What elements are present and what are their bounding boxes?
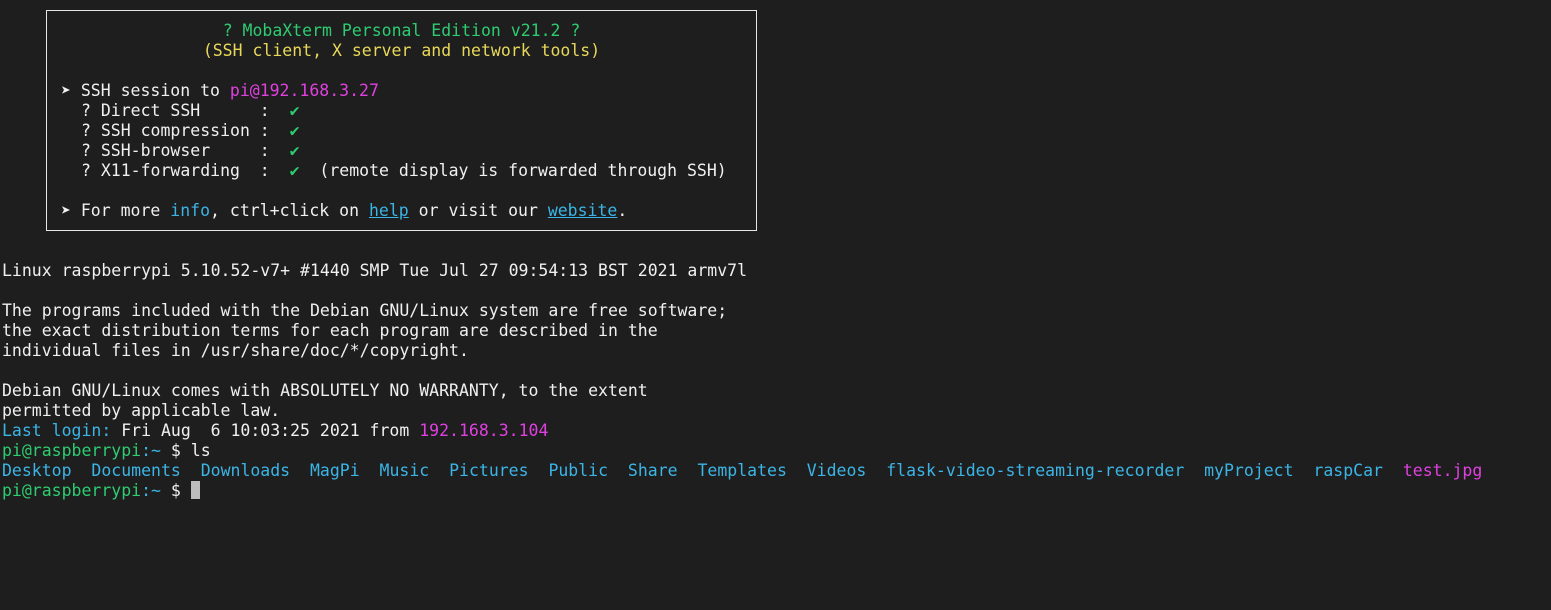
dir-entry: MagPi: [309, 461, 360, 480]
check-icon: ✔: [289, 141, 300, 160]
dir-entry: Desktop: [2, 461, 72, 480]
feature-label: ? X11-forwarding :: [81, 161, 290, 180]
more-mid: , ctrl+click on: [210, 201, 369, 220]
more-end: .: [617, 201, 628, 220]
prompt-path: :~: [141, 441, 161, 460]
last-login-ip: 192.168.3.104: [419, 421, 549, 440]
prompt-line: pi@raspberrypi:~ $ ls: [2, 441, 211, 461]
info-link[interactable]: info: [170, 201, 210, 220]
more-info-line: ➤ For more info, ctrl+click on help or v…: [61, 201, 627, 221]
dir-entry: Public: [548, 461, 609, 480]
prompt-symbol: $: [160, 481, 191, 500]
welcome-banner: ? MobaXterm Personal Edition v21.2 ? (SS…: [46, 10, 757, 231]
dir-entry: Templates: [697, 461, 787, 480]
feature-x11-forwarding: ? X11-forwarding : ✔ (remote display is …: [81, 161, 727, 181]
feature-ssh-browser: ? SSH-browser : ✔: [81, 141, 300, 161]
more-prefix: ➤ For more: [61, 201, 171, 220]
dir-entry: Music: [379, 461, 430, 480]
motd-line: the exact distribution terms for each pr…: [2, 321, 658, 340]
text-cursor[interactable]: [190, 481, 200, 499]
check-icon: ✔: [289, 121, 300, 140]
last-login-label: Last login:: [2, 421, 112, 440]
prompt-user: pi@raspberrypi: [2, 441, 142, 460]
motd-line: Debian GNU/Linux comes with ABSOLUTELY N…: [2, 381, 648, 400]
feature-ssh-compression: ? SSH compression : ✔: [81, 121, 300, 141]
motd-line: permitted by applicable law.: [2, 401, 281, 420]
ls-output: Desktop Documents Downloads MagPi Music …: [2, 461, 1482, 481]
website-link[interactable]: website: [548, 201, 618, 220]
dir-entry: Share: [627, 461, 678, 480]
feature-label: ? Direct SSH :: [81, 101, 290, 120]
dir-entry: raspCar: [1313, 461, 1383, 480]
dir-entry: Documents: [91, 461, 181, 480]
file-entry: test.jpg: [1402, 461, 1483, 480]
feature-direct-ssh: ? Direct SSH : ✔: [81, 101, 300, 121]
check-icon: ✔: [289, 161, 300, 180]
dir-entry: myProject: [1204, 461, 1294, 480]
banner-title: ? MobaXterm Personal Edition v21.2 ?: [222, 21, 581, 40]
help-link[interactable]: help: [369, 201, 409, 220]
more-mid2: or visit our: [408, 201, 548, 220]
dir-entry: Downloads: [200, 461, 291, 480]
motd-line: individual files in /usr/share/doc/*/cop…: [2, 341, 469, 360]
session-prefix: ➤ SSH session to: [61, 81, 230, 100]
last-login-value: Fri Aug 6 10:03:25 2021 from: [111, 421, 420, 440]
banner-subtitle: (SSH client, X server and network tools): [202, 41, 601, 60]
session-target: pi@192.168.3.27: [229, 81, 379, 100]
uname-line: Linux raspberrypi 5.10.52-v7+ #1440 SMP …: [2, 261, 748, 280]
dir-entry: Videos: [806, 461, 867, 480]
motd-line: The programs included with the Debian GN…: [2, 301, 728, 320]
session-line: ➤ SSH session to pi@192.168.3.27: [61, 81, 379, 101]
prompt-line-active[interactable]: pi@raspberrypi:~ $: [2, 481, 200, 501]
prompt-path: :~: [141, 481, 161, 500]
feature-label: ? SSH compression :: [81, 121, 290, 140]
dir-entry: Pictures: [449, 461, 529, 480]
check-icon: ✔: [289, 101, 300, 120]
last-login-line: Last login: Fri Aug 6 10:03:25 2021 from…: [2, 421, 548, 441]
dir-entry: flask-video-streaming-recorder: [886, 461, 1185, 480]
feature-label: ? SSH-browser :: [81, 141, 290, 160]
command-text: ls: [190, 441, 211, 460]
prompt-symbol: $: [160, 441, 191, 460]
prompt-user: pi@raspberrypi: [2, 481, 142, 500]
feature-note: (remote display is forwarded through SSH…: [299, 161, 727, 180]
